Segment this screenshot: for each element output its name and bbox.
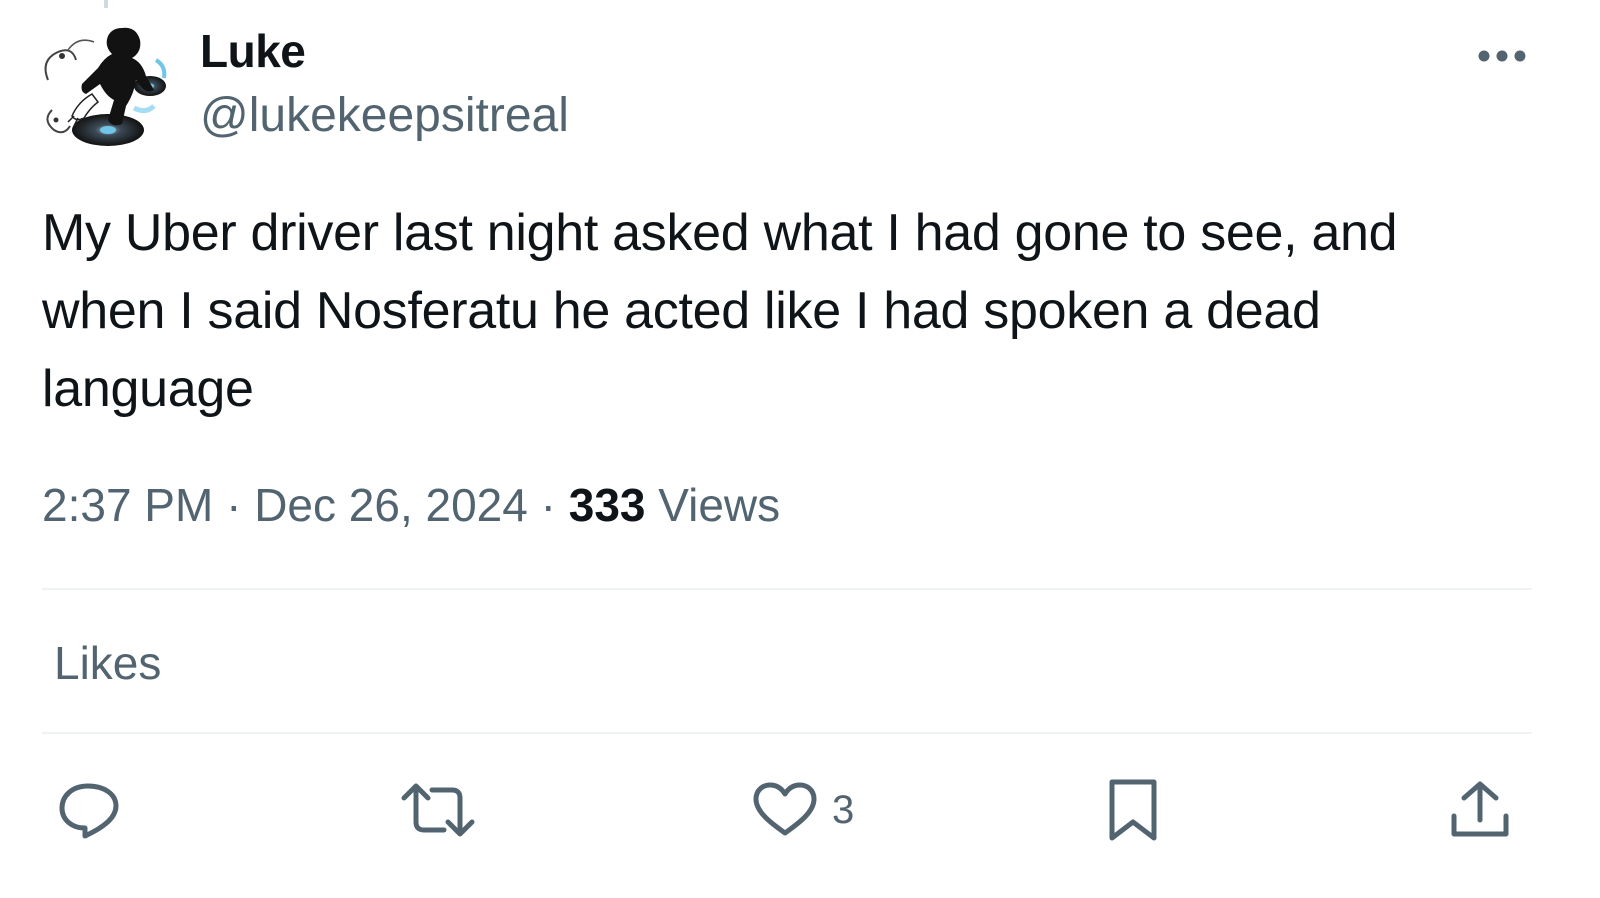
share-icon: [1451, 781, 1509, 837]
tweet-time[interactable]: 2:37 PM: [42, 479, 213, 531]
tweet-date[interactable]: Dec 26, 2024: [254, 479, 528, 531]
divider: [42, 588, 1532, 590]
reply-icon: [59, 783, 119, 839]
heart-icon: [753, 782, 817, 836]
like-button[interactable]: 3: [752, 778, 854, 842]
reply-button[interactable]: [58, 778, 122, 842]
views-count: 333: [568, 479, 646, 531]
author-display-name[interactable]: Luke: [200, 24, 306, 78]
bookmark-button[interactable]: [1106, 778, 1160, 842]
share-button[interactable]: [1450, 778, 1510, 842]
dj-turntable-avatar-icon: [44, 27, 167, 146]
author-handle[interactable]: @lukekeepsitreal: [200, 88, 569, 143]
tweet-meta: 2:37 PM · Dec 26, 2024 · 333 Views: [42, 478, 780, 532]
meta-separator: ·: [540, 479, 556, 531]
more-options-button[interactable]: [1474, 36, 1530, 76]
retweet-button[interactable]: [400, 778, 476, 842]
more-horizontal-icon: [1478, 50, 1526, 62]
bookmark-icon: [1109, 779, 1157, 841]
avatar[interactable]: [38, 20, 174, 156]
like-count: 3: [832, 787, 855, 832]
views-label: Views: [658, 479, 781, 531]
likes-link[interactable]: Likes: [54, 636, 161, 690]
retweet-icon: [401, 783, 475, 837]
meta-separator: ·: [226, 479, 242, 531]
divider: [42, 732, 1532, 734]
tweet-text: My Uber driver last night asked what I h…: [42, 204, 1398, 418]
thread-connector-line: [104, 0, 108, 8]
